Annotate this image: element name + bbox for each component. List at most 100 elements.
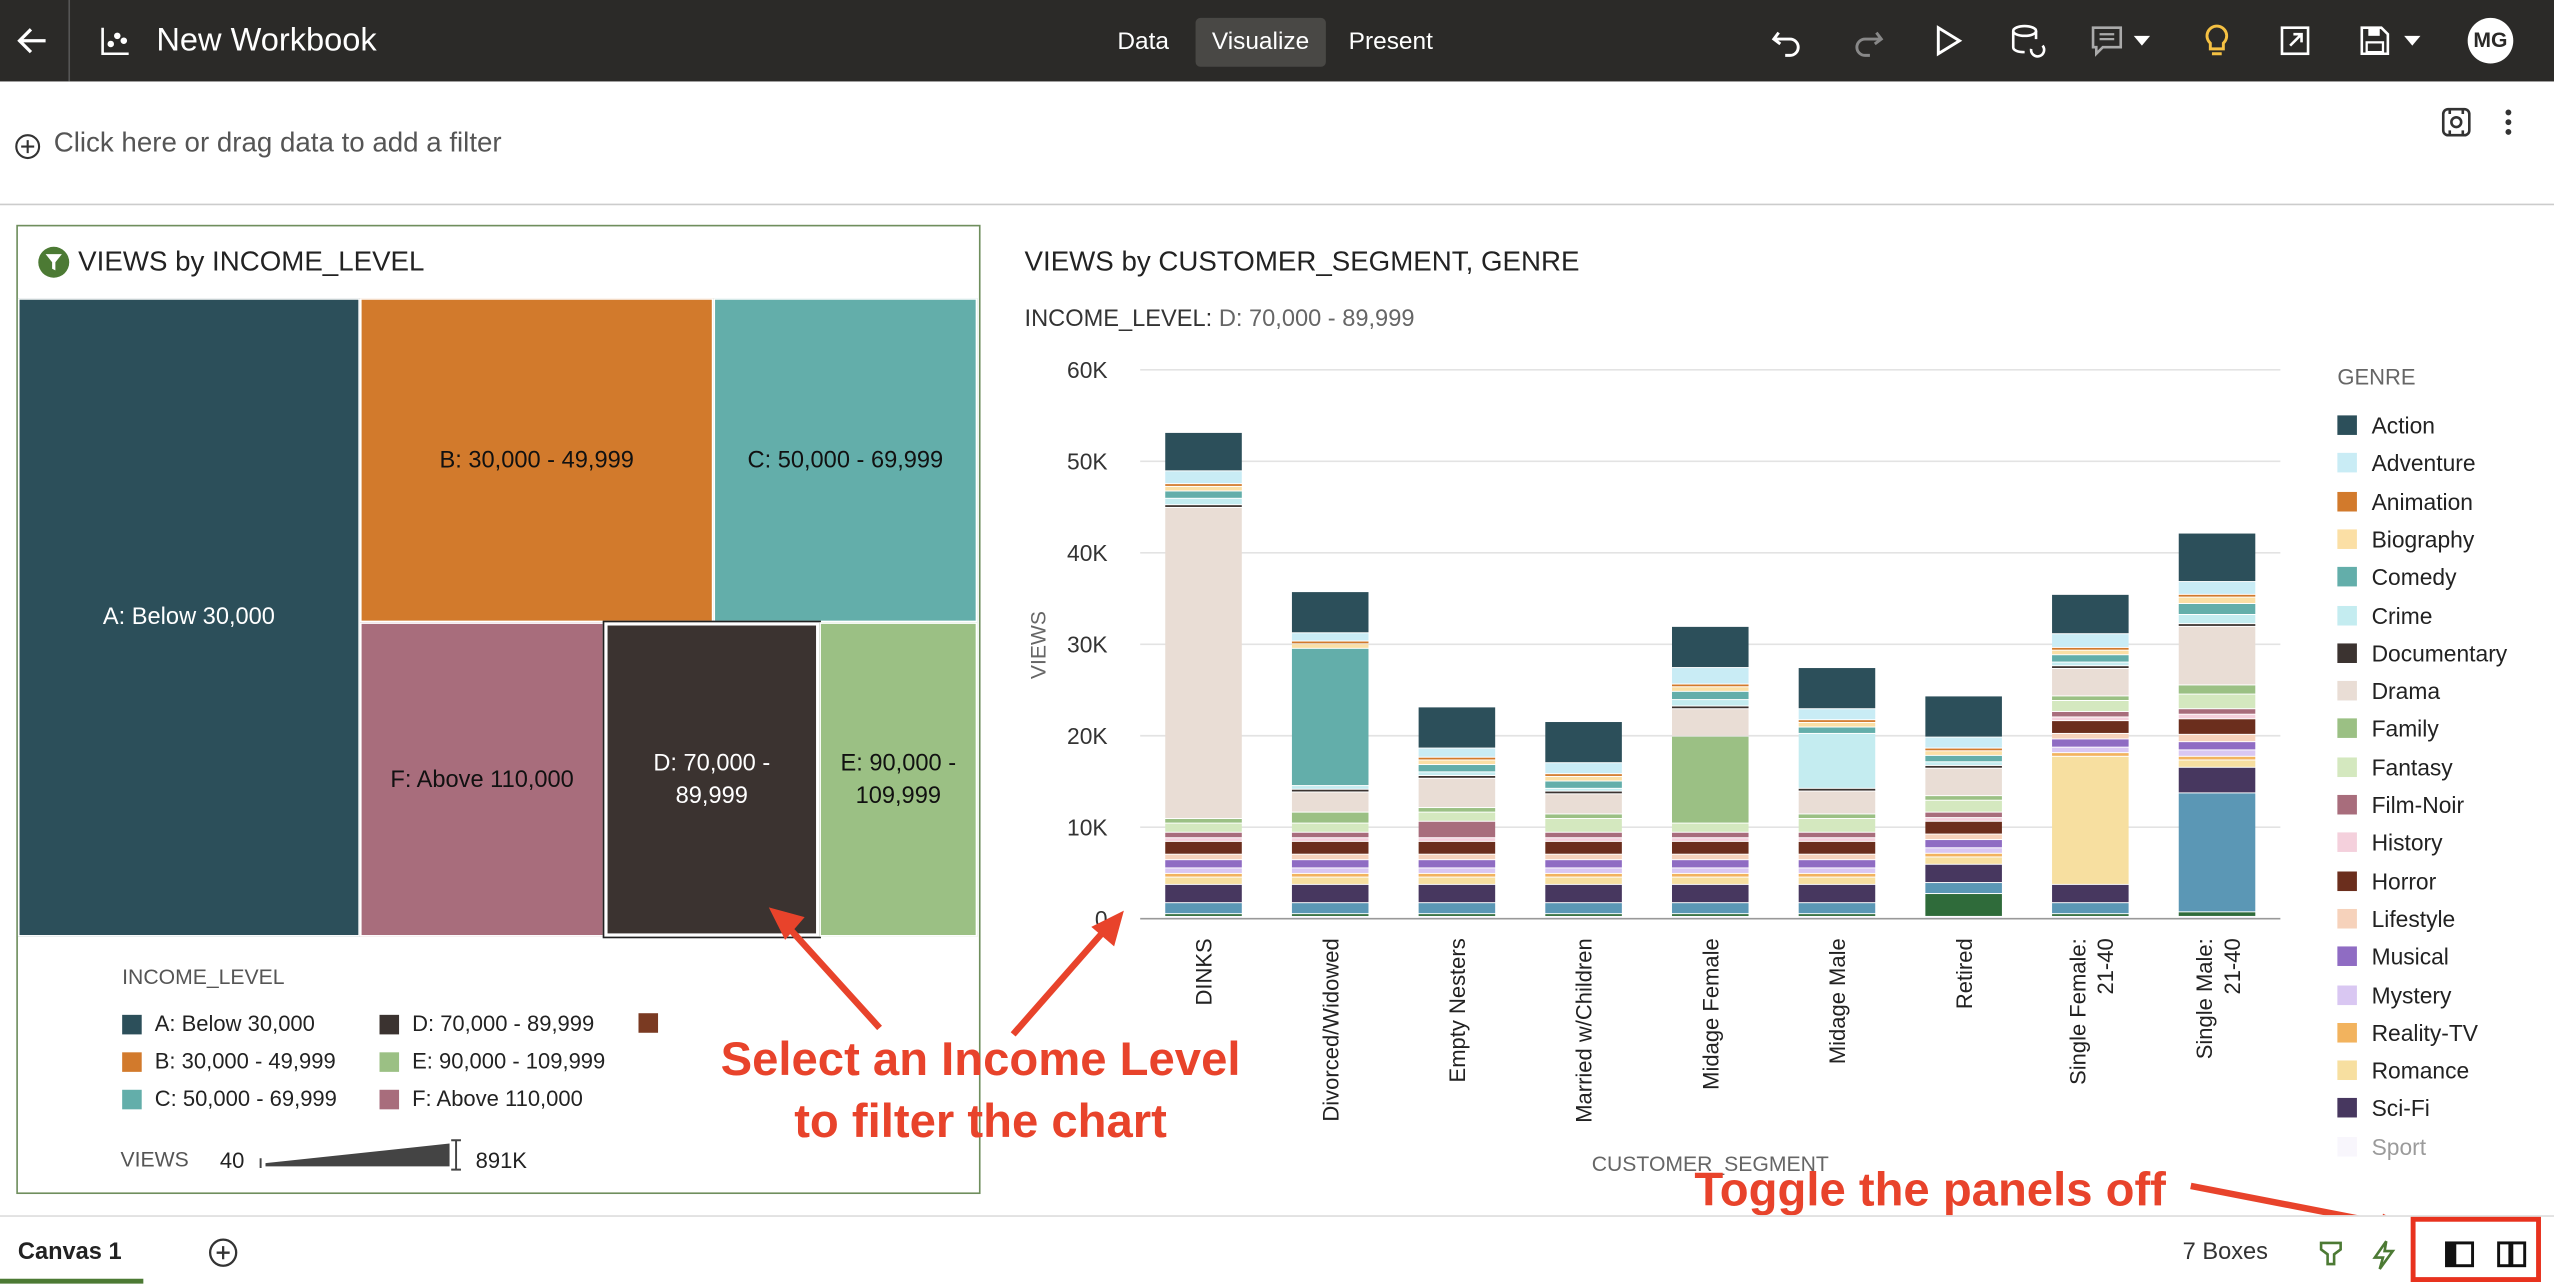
bar-segment[interactable] — [1798, 860, 1876, 868]
bar-segment[interactable] — [2178, 750, 2256, 756]
bar-segment[interactable] — [2052, 747, 2129, 753]
bar-segment[interactable] — [1798, 791, 1876, 814]
bar-segment[interactable] — [1545, 781, 1622, 788]
bar-segment[interactable] — [1545, 903, 1622, 914]
bar-segment[interactable] — [1545, 814, 1622, 819]
bar-segment[interactable] — [1418, 772, 1496, 776]
bar-segment[interactable] — [1925, 840, 2002, 848]
bar-segment[interactable] — [2052, 914, 2129, 916]
bar-segment[interactable] — [2052, 916, 2129, 918]
bar-segment[interactable] — [1671, 860, 1749, 868]
bar-segment[interactable] — [1165, 884, 1242, 903]
bar-segment[interactable] — [1925, 848, 2002, 853]
bar-segment[interactable] — [1925, 883, 2002, 894]
bar-segment[interactable] — [1418, 868, 1496, 873]
bar-segment[interactable] — [1291, 592, 1369, 633]
bar-segment[interactable] — [2052, 700, 2129, 711]
bar-segment[interactable] — [1418, 776, 1496, 778]
bar-segment[interactable] — [1925, 751, 2002, 755]
bar-segment[interactable] — [1798, 914, 1876, 916]
bar-segment[interactable] — [1291, 884, 1369, 903]
treemap-cell[interactable]: A: Below 30,000 — [17, 298, 360, 937]
bar-segment[interactable] — [1165, 877, 1242, 884]
bar-segment[interactable] — [2178, 756, 2256, 760]
genre-legend-item[interactable]: Family — [2337, 716, 2439, 742]
bar-segment[interactable] — [1291, 786, 1369, 789]
bar-segment[interactable] — [1671, 691, 1749, 700]
bar-segment[interactable] — [1165, 823, 1242, 832]
bar-segment[interactable] — [1925, 737, 2002, 748]
bar-segment[interactable] — [1545, 838, 1622, 841]
bar-segment[interactable] — [1165, 819, 1242, 823]
legend-item[interactable]: F: Above 110,000 — [379, 1087, 583, 1111]
genre-legend-item[interactable]: Action — [2337, 412, 2435, 438]
bar-segment[interactable] — [1671, 884, 1749, 903]
bar-segment[interactable] — [1545, 788, 1622, 791]
canvas-tab[interactable]: Canvas 1 — [0, 1217, 144, 1284]
bar-segment[interactable] — [1545, 877, 1622, 884]
bar-segment[interactable] — [1418, 914, 1496, 916]
bar-segment[interactable] — [1798, 868, 1876, 873]
bar-segment[interactable] — [1798, 903, 1876, 914]
bar-segment[interactable] — [1925, 755, 2002, 762]
genre-legend-item[interactable]: Romance — [2337, 1057, 2469, 1083]
treemap-cell[interactable]: F: Above 110,000 — [359, 622, 605, 937]
toggle-data-panel-icon[interactable] — [2443, 1238, 2476, 1271]
bar-segment[interactable] — [1165, 841, 1242, 854]
bar-segment[interactable] — [1418, 812, 1496, 821]
bar-segment[interactable] — [1165, 491, 1242, 498]
bar-segment[interactable] — [2052, 884, 2129, 903]
data-status-icon[interactable] — [2315, 1238, 2348, 1271]
bar-segment[interactable] — [2178, 624, 2256, 626]
avatar[interactable]: MG — [2467, 17, 2514, 64]
redo-icon[interactable] — [1850, 23, 1886, 59]
add-canvas-icon[interactable] — [208, 1238, 238, 1267]
bar-segment[interactable] — [1165, 868, 1242, 873]
more-options-icon[interactable] — [2495, 106, 2521, 139]
bar-segment[interactable] — [1291, 868, 1369, 873]
bar-segment[interactable] — [1291, 789, 1369, 792]
bar-segment[interactable] — [1545, 868, 1622, 873]
bar-segment[interactable] — [1798, 877, 1876, 884]
bar-segment[interactable] — [1671, 626, 1749, 668]
genre-legend-item[interactable]: Biography — [2337, 526, 2474, 552]
bar-segment[interactable] — [1671, 668, 1749, 684]
treemap-cell-selected[interactable]: D: 70,000 - 89,999 — [602, 620, 821, 939]
bar-segment[interactable] — [1418, 757, 1496, 760]
legend-item[interactable]: D: 70,000 - 89,999 — [379, 1012, 594, 1036]
bar-segment[interactable] — [2178, 709, 2256, 714]
undo-icon[interactable] — [1769, 23, 1805, 59]
bar-segment[interactable] — [1671, 903, 1749, 914]
bar-segment[interactable] — [1545, 884, 1622, 903]
bar-segment[interactable] — [1291, 792, 1369, 812]
bar-segment[interactable] — [1418, 916, 1496, 918]
bar-segment[interactable] — [1798, 727, 1876, 733]
bar-segment[interactable] — [2052, 756, 2129, 884]
bar-segment[interactable] — [1165, 471, 1242, 484]
bar-segment[interactable] — [1291, 648, 1369, 786]
bar-segment[interactable] — [1671, 709, 1749, 736]
genre-legend-item[interactable]: Sport — [2337, 1133, 2426, 1159]
toggle-grammar-panel-icon[interactable] — [2495, 1238, 2528, 1271]
bar-segment[interactable] — [2178, 734, 2256, 742]
play-icon[interactable] — [1930, 23, 1966, 59]
bar-segment[interactable] — [1545, 916, 1622, 918]
save-icon[interactable] — [2357, 23, 2425, 59]
bar-segment[interactable] — [1291, 903, 1369, 914]
bar-segment[interactable] — [2052, 662, 2129, 666]
bar-segment[interactable] — [2178, 582, 2256, 594]
bar-segment[interactable] — [1671, 868, 1749, 873]
genre-legend-item[interactable]: Mystery — [2337, 981, 2451, 1008]
bar-segment[interactable] — [2178, 694, 2256, 709]
bar-segment[interactable] — [1545, 791, 1622, 794]
bar-segment[interactable] — [1925, 696, 2002, 737]
bar-segment[interactable] — [2178, 714, 2256, 719]
bar-segment[interactable] — [1418, 778, 1496, 808]
bar-segment[interactable] — [1165, 432, 1242, 471]
bar-segment[interactable] — [1798, 720, 1876, 722]
bar-segment[interactable] — [1925, 765, 2002, 768]
bar-segment[interactable] — [1418, 841, 1496, 854]
bar-segment[interactable] — [1925, 853, 2002, 857]
bar-segment[interactable] — [2052, 733, 2129, 739]
filter-settings-icon[interactable] — [2440, 106, 2473, 139]
